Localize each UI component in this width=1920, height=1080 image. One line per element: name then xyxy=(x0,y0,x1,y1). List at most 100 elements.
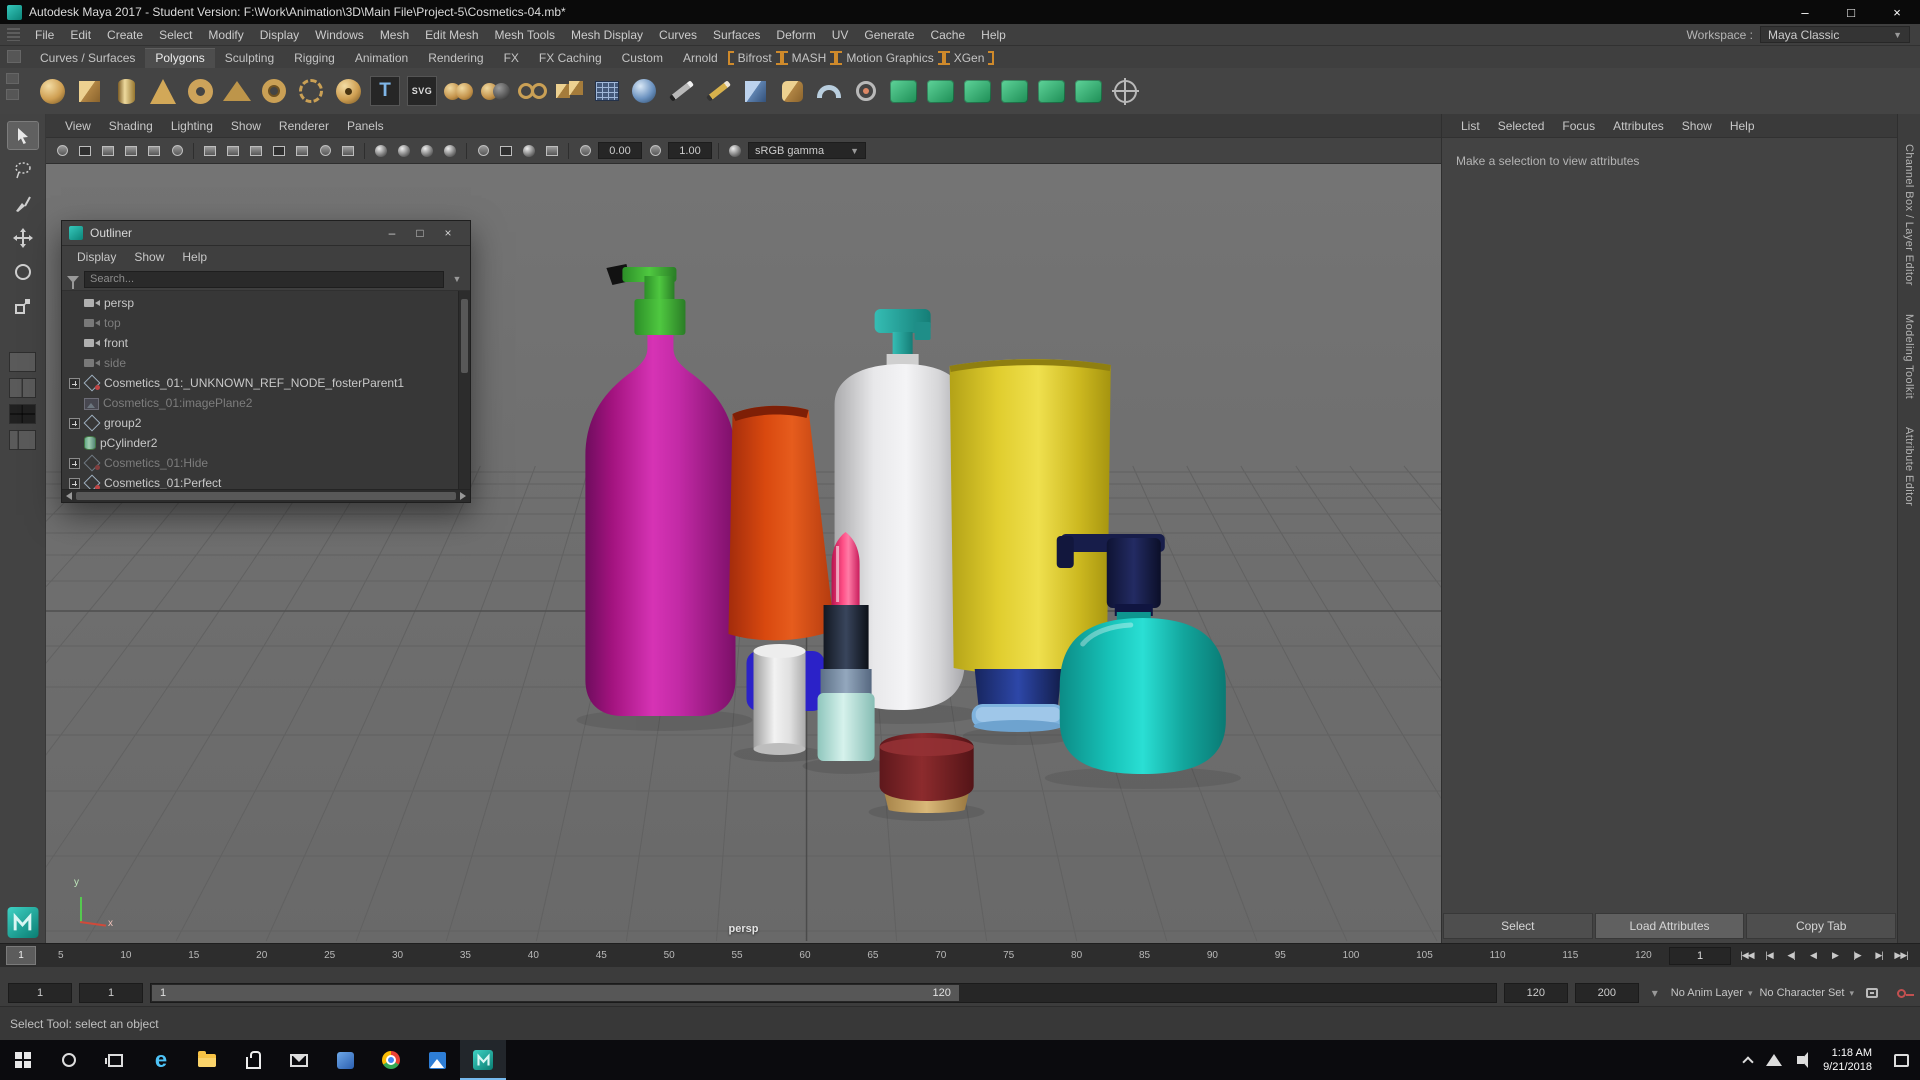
range-slider-bar[interactable]: 1 120 xyxy=(152,985,959,1001)
outliner-search-input[interactable] xyxy=(84,270,444,288)
tab-channel-box-layer-editor[interactable]: Channel Box / Layer Editor xyxy=(1903,144,1915,286)
lock-camera-icon[interactable] xyxy=(75,142,95,160)
store-icon[interactable] xyxy=(230,1040,276,1080)
use-default-material-icon[interactable] xyxy=(440,142,460,160)
menu-item[interactable]: Help xyxy=(973,28,1014,42)
outliner-item-hide[interactable]: Cosmetics_01:Hide xyxy=(62,453,458,473)
shelf-options-icon[interactable] xyxy=(6,73,19,84)
move-tool-icon[interactable] xyxy=(8,224,38,251)
red-jar[interactable] xyxy=(879,733,974,813)
scrollbar-thumb[interactable] xyxy=(76,492,456,500)
playback-button[interactable]: |▶ xyxy=(1846,946,1868,966)
outliner-item-pcylinder2[interactable]: pCylinder2 xyxy=(62,433,458,453)
expand-icon[interactable] xyxy=(69,417,80,429)
panel-menu-item[interactable]: Lighting xyxy=(162,119,222,133)
minimize-button[interactable]: – xyxy=(1782,0,1828,24)
outliner-minimize-button[interactable]: – xyxy=(378,226,406,240)
layout-single-pane-button[interactable] xyxy=(9,352,36,372)
scroll-left-icon[interactable] xyxy=(66,492,72,500)
current-frame-field[interactable]: 1 xyxy=(1669,946,1731,965)
paint-select-tool-icon[interactable] xyxy=(8,190,38,217)
character-set-select[interactable]: No Character Set ▾ xyxy=(1759,987,1854,999)
tab-attribute-editor[interactable]: Attribute Editor xyxy=(1903,427,1915,506)
outliner-item-top[interactable]: top xyxy=(62,313,458,333)
append-polygon-icon[interactable] xyxy=(885,73,921,109)
menu-item[interactable]: Generate xyxy=(856,28,922,42)
magenta-pump-bottle[interactable] xyxy=(585,264,736,716)
range-options-dropdown-icon[interactable]: ▾ xyxy=(1646,983,1664,1003)
shelf-tab[interactable]: Curves / Surfaces xyxy=(30,48,145,68)
shelf-tab[interactable]: Bifrost xyxy=(727,48,782,68)
load-attributes-button[interactable]: Load Attributes xyxy=(1594,913,1745,939)
shelf-tab[interactable]: Animation xyxy=(345,48,418,68)
layout-four-pane-button[interactable] xyxy=(9,404,36,424)
edge-icon[interactable]: e xyxy=(138,1040,184,1080)
wireframe-icon[interactable] xyxy=(371,142,391,160)
menu-item[interactable]: File xyxy=(27,28,62,42)
photos-icon[interactable] xyxy=(414,1040,460,1080)
playback-button[interactable]: ▶ xyxy=(1824,946,1846,966)
auto-keyframe-icon[interactable] xyxy=(1890,983,1914,1003)
shelf-tab[interactable]: FX xyxy=(494,48,529,68)
gate-mask-icon[interactable] xyxy=(269,142,289,160)
start-button[interactable] xyxy=(0,1040,46,1080)
shelf-tab[interactable]: Rendering xyxy=(418,48,493,68)
film-gate-icon[interactable] xyxy=(223,142,243,160)
target-weld-icon[interactable] xyxy=(848,73,884,109)
outliner-title-bar[interactable]: Outliner – □ × xyxy=(62,221,470,246)
menu-item[interactable]: Windows xyxy=(307,28,372,42)
rotate-tool-icon[interactable] xyxy=(8,258,38,285)
image-plane-icon[interactable] xyxy=(144,142,164,160)
poly-cube-icon[interactable] xyxy=(71,73,107,109)
menu-item[interactable]: Deform xyxy=(768,28,823,42)
attribute-editor-menu-item[interactable]: Show xyxy=(1673,119,1721,133)
multi-cut-icon[interactable] xyxy=(663,73,699,109)
menu-item[interactable]: Display xyxy=(252,28,307,42)
smooth-icon[interactable] xyxy=(626,73,662,109)
boolean-intersection-icon[interactable] xyxy=(515,73,551,109)
menu-item[interactable]: Mesh Tools xyxy=(487,28,563,42)
tool-settings-icon[interactable] xyxy=(1107,73,1143,109)
expand-icon[interactable] xyxy=(69,457,80,469)
outliner-menu-show[interactable]: Show xyxy=(125,250,173,264)
attribute-editor-menu-item[interactable]: Selected xyxy=(1489,119,1554,133)
quad-draw-icon[interactable] xyxy=(700,73,736,109)
lighting-icon[interactable] xyxy=(473,142,493,160)
outliner-horizontal-scrollbar[interactable] xyxy=(62,489,470,502)
expand-icon[interactable] xyxy=(69,377,80,389)
range-slider-track[interactable]: 1 120 xyxy=(150,983,1497,1003)
attribute-editor-menu-item[interactable]: Focus xyxy=(1553,119,1604,133)
menu-item[interactable]: Mesh xyxy=(372,28,417,42)
attribute-editor-menu-item[interactable]: Attributes xyxy=(1604,119,1673,133)
anim-layer-select[interactable]: No Anim Layer ▾ xyxy=(1671,987,1753,999)
poly-pipe-icon[interactable] xyxy=(256,73,292,109)
taskbar-clock[interactable]: 1:18 AM 9/21/2018 xyxy=(1813,1046,1882,1074)
exposure-icon[interactable] xyxy=(575,142,595,160)
menu-item[interactable]: UV xyxy=(824,28,857,42)
shadows-icon[interactable] xyxy=(496,142,516,160)
filter-icon[interactable] xyxy=(67,275,79,289)
spin-edge-icon[interactable] xyxy=(1033,73,1069,109)
file-explorer-icon[interactable] xyxy=(184,1040,230,1080)
poly-helix-icon[interactable] xyxy=(293,73,329,109)
motion-blur-icon[interactable] xyxy=(542,142,562,160)
shelf-tab[interactable]: FX Caching xyxy=(529,48,612,68)
shelf-tab[interactable]: Rigging xyxy=(284,48,345,68)
range-start-handle[interactable]: 1 xyxy=(160,987,166,999)
poly-sphere-icon[interactable] xyxy=(34,73,70,109)
network-icon[interactable] xyxy=(1761,1040,1787,1080)
menu-item[interactable]: Edit xyxy=(62,28,99,42)
playback-end-field[interactable]: 120 xyxy=(1503,983,1568,1003)
hidden-icons-chevron-icon[interactable] xyxy=(1735,1040,1761,1080)
outliner-item-perfect[interactable]: Cosmetics_01:Perfect xyxy=(62,473,458,489)
field-chart-icon[interactable] xyxy=(292,142,312,160)
safe-action-icon[interactable] xyxy=(315,142,335,160)
crease-icon[interactable] xyxy=(996,73,1032,109)
select-camera-icon[interactable] xyxy=(52,142,72,160)
poly-pyramid-icon[interactable] xyxy=(219,73,255,109)
attribute-editor-menu-item[interactable]: Help xyxy=(1721,119,1764,133)
safe-title-icon[interactable] xyxy=(338,142,358,160)
outliner-menu-help[interactable]: Help xyxy=(173,250,216,264)
layout-two-pane-button[interactable] xyxy=(9,378,36,398)
scroll-right-icon[interactable] xyxy=(460,492,466,500)
